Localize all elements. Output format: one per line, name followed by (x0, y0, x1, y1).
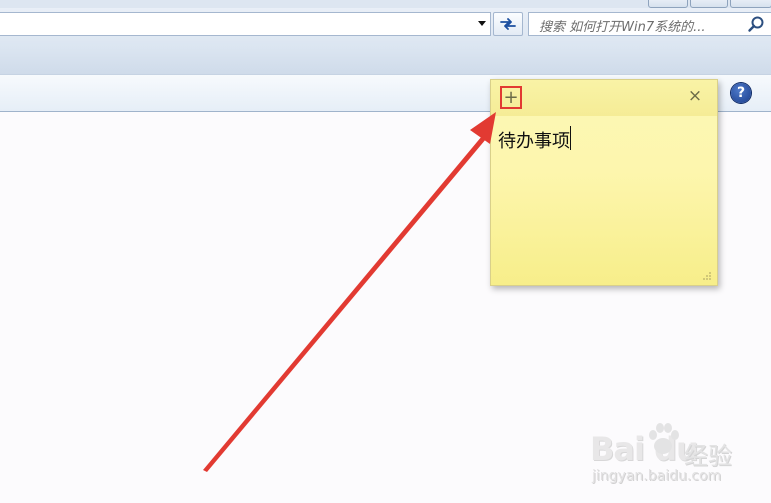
search-input[interactable]: 搜索 如何打开Win7系统的... (528, 12, 771, 36)
resize-grip-icon[interactable] (702, 271, 712, 281)
close-window-button[interactable] (730, 0, 771, 8)
menu-strip (0, 48, 771, 75)
add-note-icon[interactable]: + (500, 86, 522, 109)
watermark-url: jingyan.baidu.com (592, 468, 722, 484)
help-icon[interactable]: ? (731, 83, 751, 103)
sticky-note-header[interactable] (491, 80, 717, 116)
address-input[interactable] (0, 12, 491, 36)
sticky-note[interactable] (490, 79, 718, 286)
baidu-watermark: Bai du 经验 jingyan.baidu.com (590, 420, 768, 495)
address-bar: 搜索 如何打开Win7系统的... (0, 8, 771, 48)
window-title-strip (0, 0, 771, 8)
refresh-button[interactable] (493, 12, 523, 36)
text-caret (570, 126, 571, 150)
sticky-note-text[interactable]: 待办事项 (498, 127, 570, 153)
baidu-paw-icon (649, 423, 679, 454)
watermark-brand: 经验 (684, 442, 732, 470)
search-icon[interactable] (747, 15, 765, 33)
address-dropdown-button[interactable] (474, 13, 490, 33)
refresh-icon (500, 18, 516, 30)
minimize-button[interactable] (648, 0, 688, 8)
maximize-button[interactable] (690, 0, 728, 8)
close-note-icon[interactable]: × (686, 86, 704, 106)
search-placeholder: 搜索 如何打开Win7系统的... (539, 20, 706, 35)
